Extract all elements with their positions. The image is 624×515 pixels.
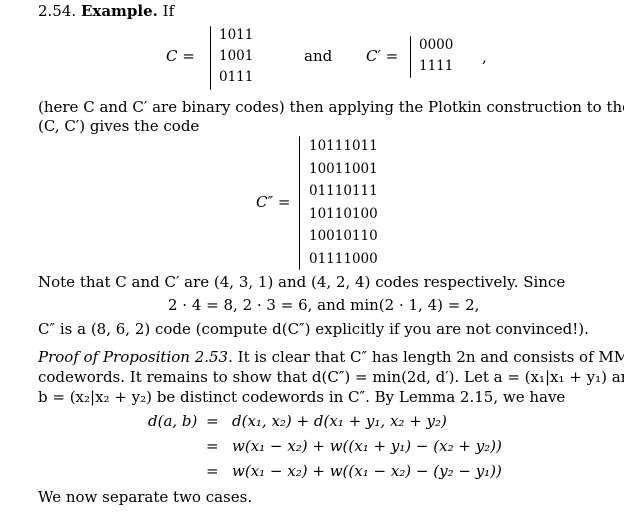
paragraph-1-line-2: (C, C′) gives the code [38,117,200,135]
derivation-lhs: d(a, b) [148,412,198,430]
derivation-rhs-1: d(x₁, x₂) + d(x₁ + y₁, x₂ + y₂) [232,412,447,430]
code-cdouble-name: C″ = [256,193,291,211]
codeword: 10111011 [309,138,378,154]
codeword: 01111000 [309,250,378,267]
code-cprime-name: C′ = [366,47,399,65]
derivation-rel-3: = [206,462,219,480]
example-heading: 2.54. Example. If [38,2,174,20]
code-c-brace [210,26,211,90]
code-cdouble-words: 10111011 10011001 01110111 10110100 1001… [309,135,378,270]
display-equation: 2 · 4 = 8, 2 · 3 = 6, and min(2 · 1, 4) … [168,296,480,314]
code-cprime-words: 0000 1111 [419,35,453,77]
codeword: 1011 [219,27,254,43]
note-line: Note that C and C′ are (4, 3, 1) and (4,… [38,273,566,291]
trailing-comma: , [482,48,487,66]
and-word: and [304,47,333,65]
derivation-rhs-2: w(x₁ − x₂) + w((x₁ + y₁) − (x₂ + y₂)) [232,437,502,455]
example-number: 2.54. [38,2,77,20]
final-line: We now separate two cases. [38,488,253,506]
example-lead: If [162,2,175,20]
derivation-rel-2: = [206,437,219,455]
codeword: 10010110 [309,228,378,244]
proof-line-3: b = (x₂|x₂ + y₂) be distinct codewords i… [38,388,566,406]
codeword: 10110100 [309,205,378,222]
code-cprime-brace [410,36,411,78]
conclusion-line: C″ is a (8, 6, 2) code (compute d(C″) ex… [38,320,589,338]
proof-title: Proof of Proposition 2.53. [38,348,233,366]
proof-text-1: It is clear that C″ has length 2n and co… [237,348,624,366]
codeword: 1111 [419,58,454,74]
codeword: 0000 [419,37,454,53]
example-label: Example. [80,2,158,20]
codeword: 01110111 [309,183,378,199]
code-c-words: 1011 1001 0111 [219,25,253,88]
code-c-name: C = [166,47,195,65]
codeword: 0111 [219,69,254,85]
derivation-rel-1: = [206,412,219,430]
codeword: 1001 [219,48,254,64]
proof-line-1: Proof of Proposition 2.53. It is clear t… [38,348,624,366]
code-cdouble-brace [299,136,300,270]
paragraph-1-line-1: (here C and C′ are binary codes) then ap… [38,98,624,116]
codeword: 10011001 [309,160,378,177]
derivation-rhs-3: w(x₁ − x₂) + w((x₁ − x₂) − (y₂ − y₁)) [232,462,502,480]
proof-line-2: codewords. It remains to show that d(C″)… [38,368,624,386]
